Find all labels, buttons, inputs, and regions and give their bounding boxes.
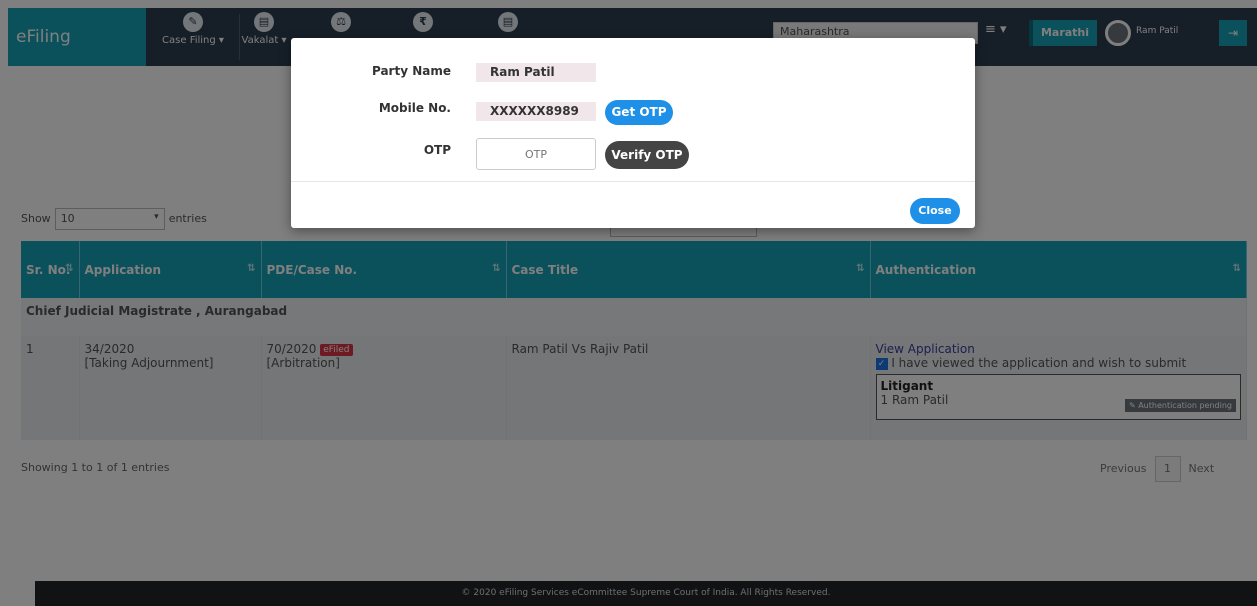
get-otp-button[interactable]: Get OTP <box>605 100 673 125</box>
party-name-label: Party Name <box>371 64 451 78</box>
otp-modal: Party Name Ram Patil Mobile No. XXXXXX89… <box>291 38 975 228</box>
mobile-label: Mobile No. <box>378 101 451 115</box>
screen: eFiling Services ✎ Case Filing ▾ ▤ Vakal… <box>0 0 1257 606</box>
party-name-value: Ram Patil <box>476 63 596 82</box>
verify-otp-button[interactable]: Verify OTP <box>605 141 689 169</box>
modal-divider <box>291 181 975 182</box>
otp-label: OTP <box>423 143 451 157</box>
otp-input[interactable] <box>476 138 596 170</box>
close-button[interactable]: Close <box>910 198 960 224</box>
mobile-value: XXXXXX8989 <box>476 102 596 121</box>
